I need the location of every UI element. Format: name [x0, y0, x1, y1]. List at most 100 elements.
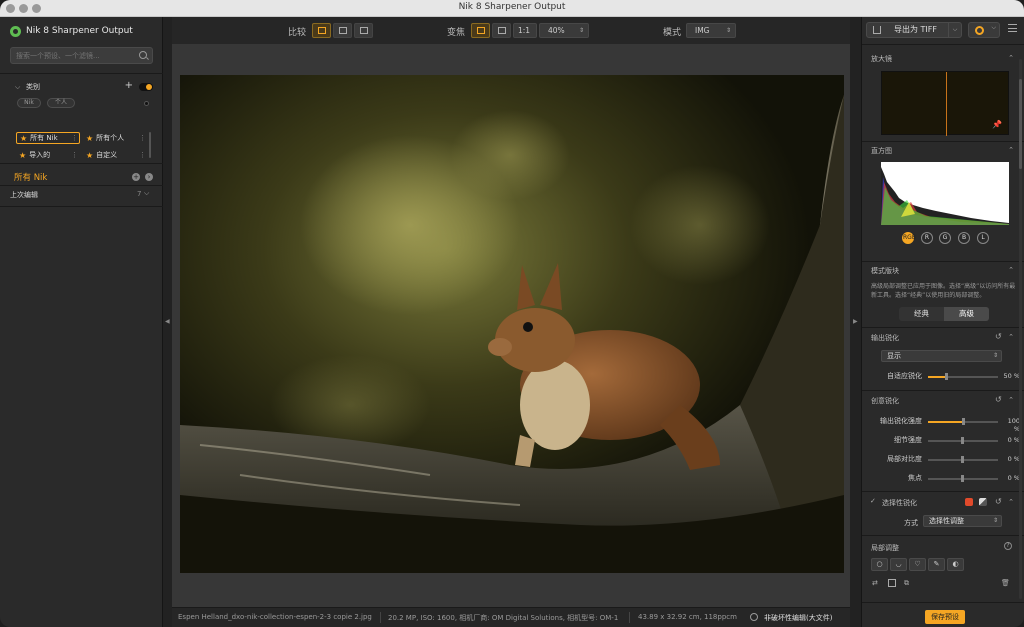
loupe-preview[interactable]: 📌 — [881, 71, 1009, 136]
help-icon[interactable]: ? — [1004, 542, 1012, 550]
zoom-fit-button[interactable] — [471, 23, 490, 38]
split-view-icon — [339, 27, 347, 34]
filter-pill-personal[interactable]: 个人 — [47, 98, 75, 108]
copy-icon[interactable]: ⧉ — [904, 579, 909, 588]
channel-g[interactable]: G — [939, 232, 951, 244]
pen-icon[interactable]: ✎ — [928, 558, 945, 571]
creative-sharpening-title: 创意锐化 — [871, 397, 899, 405]
menu-icon[interactable] — [1008, 24, 1017, 32]
channel-r[interactable]: R — [921, 232, 933, 244]
chevron-down-icon[interactable]: ⌵ — [15, 83, 23, 92]
channel-rgb[interactable]: RGB — [902, 232, 916, 244]
channel-l[interactable]: L — [977, 232, 989, 244]
chevron-up-icon[interactable]: ⌃ — [1008, 54, 1014, 62]
next-icon[interactable]: › — [145, 173, 153, 181]
gradient-icon[interactable]: ◐ — [947, 558, 964, 571]
mode-advanced-button[interactable]: 高级 — [944, 307, 989, 321]
chevron-updown-icon: ⇕ — [992, 352, 998, 359]
red-color-swatch[interactable] — [965, 498, 973, 506]
channel-b[interactable]: B — [958, 232, 970, 244]
preset-label: 所有个人 — [96, 134, 125, 142]
divider — [0, 73, 163, 74]
zoom-one-to-one-button[interactable]: 1:1 — [513, 23, 537, 38]
control-point-icon[interactable]: ○ — [871, 558, 888, 571]
preset-scrollbar[interactable] — [149, 132, 151, 158]
export-button[interactable]: 导出为 TIFF ⌵ — [866, 22, 962, 38]
slider-thumb[interactable] — [961, 437, 964, 444]
more-icon[interactable]: ⋮ — [139, 134, 146, 142]
mode-classic-button[interactable]: 经典 — [899, 307, 944, 321]
loupe-title: 放大镜 — [871, 55, 892, 63]
filter-dot[interactable] — [144, 101, 149, 106]
chevron-up-icon[interactable]: ⌃ — [1008, 333, 1014, 341]
compare-label: 比较 — [288, 28, 307, 38]
slider-thumb[interactable] — [945, 373, 948, 380]
right-scrollbar[interactable] — [1019, 59, 1022, 599]
add-category-button[interactable]: + — [125, 80, 133, 91]
slider-thumb[interactable] — [962, 418, 965, 425]
search-box — [10, 47, 153, 64]
trash-icon[interactable]: 🗑 — [1001, 579, 1010, 587]
focus-slider[interactable] — [928, 475, 998, 482]
mode-select[interactable]: IMG ⇕ — [686, 23, 736, 38]
slider-label: 输出锐化强度 — [880, 417, 922, 425]
reset-icon[interactable]: ↺ — [995, 332, 1002, 341]
search-icon[interactable] — [139, 51, 147, 59]
histogram-chart — [881, 162, 1009, 225]
save-preset-button[interactable]: 保存预设 — [925, 610, 965, 624]
more-icon[interactable]: ⋮ — [139, 151, 146, 159]
reset-icon[interactable]: ↺ — [995, 395, 1002, 404]
lasso-icon[interactable]: ♡ — [909, 558, 926, 571]
collapse-right-icon[interactable]: ▶ — [853, 318, 858, 325]
divider — [862, 261, 1024, 262]
mask-icon[interactable] — [979, 498, 987, 506]
output-display-select[interactable]: 显示 ⇕ — [881, 350, 1002, 362]
filter-pill-nik[interactable]: Nik — [17, 98, 41, 108]
chevron-down-icon[interactable]: ⌵ — [144, 189, 149, 198]
preset-all-personal[interactable]: ★ 所有个人 — [83, 132, 143, 144]
adaptive-slider[interactable] — [928, 373, 998, 380]
photo-preview[interactable] — [180, 75, 844, 573]
compare-single-button[interactable] — [312, 23, 331, 38]
fit-icon — [477, 27, 485, 34]
slider-thumb[interactable] — [961, 456, 964, 463]
chevron-up-icon[interactable]: ⌃ — [1008, 396, 1014, 404]
brush-icon[interactable]: ◡ — [890, 558, 907, 571]
detail-strength-slider[interactable] — [928, 437, 998, 444]
divider — [862, 327, 1024, 328]
slider-thumb[interactable] — [961, 475, 964, 482]
nondestructive-checkbox[interactable] — [750, 613, 758, 621]
slider-label: 局部对比度 — [887, 455, 922, 463]
divider — [0, 185, 163, 186]
add-preset-icon[interactable]: + — [132, 173, 140, 181]
method-select[interactable]: 选择性调整 ⇕ — [923, 515, 1002, 527]
more-icon[interactable]: ⋮ — [71, 151, 78, 159]
local-tools: ○ ◡ ♡ ✎ ◐ — [871, 558, 1016, 574]
zoom-fill-button[interactable] — [492, 23, 511, 38]
search-input[interactable] — [16, 49, 134, 62]
checkmark-icon[interactable]: ✓ — [870, 497, 876, 505]
collapse-left-icon[interactable]: ◀ — [165, 318, 170, 325]
last-edit-label[interactable]: 上次编辑 — [10, 190, 38, 200]
compare-stack-button[interactable] — [354, 23, 373, 38]
compare-split-button[interactable] — [333, 23, 352, 38]
category-toggle[interactable] — [139, 83, 153, 91]
chevron-up-icon[interactable]: ⌃ — [1008, 498, 1014, 506]
app-window: Nik 8 Sharpener Output Nik 8 Sharpener O… — [0, 0, 1024, 627]
fill-icon — [498, 27, 506, 34]
output-strength-slider[interactable] — [928, 418, 998, 425]
local-contrast-slider[interactable] — [928, 456, 998, 463]
preset-custom[interactable]: ★ 自定义 — [83, 149, 143, 161]
chevron-down-icon[interactable]: ⌵ — [948, 23, 961, 37]
pin-icon[interactable]: 📌 — [992, 120, 1002, 129]
status-exif: 20.2 MP, ISO: 1600, 相机厂商: OM Digital Sol… — [388, 614, 619, 622]
zoom-select[interactable]: 40% ⇕ — [539, 23, 589, 38]
chevron-up-icon[interactable]: ⌃ — [1008, 146, 1014, 154]
reset-icon[interactable]: ↺ — [995, 497, 1002, 506]
more-icon[interactable]: ⋮ — [71, 134, 78, 142]
right-panel: 导出为 TIFF ⌵ ⌵ 放大镜 ⌃ 📌 直方图 ⌃ RGB R G B L 模… — [861, 17, 1024, 627]
toggle-mask-icon[interactable]: ⇄ — [872, 579, 878, 587]
nik-menu-button[interactable]: ⌵ — [968, 22, 1000, 38]
chevron-up-icon[interactable]: ⌃ — [1008, 266, 1014, 274]
mask-view-icon[interactable] — [888, 579, 896, 587]
